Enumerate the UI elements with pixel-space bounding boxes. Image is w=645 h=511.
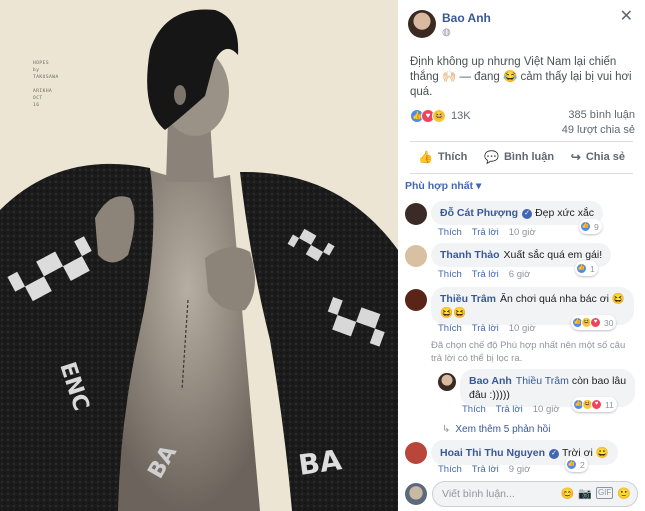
comment-text: Đẹp xức xắc [535,207,595,219]
share-icon: ↪ [570,150,581,164]
reply-arrow-icon: ↳ [442,424,451,435]
haha-reaction-icon: 😆 [432,109,446,123]
post-caption: Định không up nhưng Việt Nam lại chiến t… [410,56,632,98]
author-name[interactable]: Bao Anh [442,11,491,25]
comment-text: Xuất sắc quá em gái! [503,249,603,261]
reply-reaction-count[interactable]: 👍 😆 ♥ 11 [572,397,617,412]
comment-reply-link[interactable]: Trả lời [472,227,499,238]
comment-reply-link[interactable]: Trả lời [472,323,499,334]
comment-actions: Thích Trả lời 9 giờ [438,464,540,475]
commenter-name[interactable]: Thanh Thảo [440,249,500,261]
thumbs-up-icon: 👍 [418,150,433,164]
reply-like-link[interactable]: Thích [462,404,486,415]
reply-mention[interactable]: Thiều Trâm [516,375,569,387]
post-panel: Bao Anh ◍ ✕ Định không up nhưng Việt Nam… [398,0,645,511]
comment-bubble: Hoai Thi Thu Nguyen ✓ Trời ơi 😀 [431,440,618,465]
commenter-name[interactable]: Hoai Thi Thu Nguyen [440,447,545,459]
verified-badge-icon: ✓ [522,209,533,219]
reaction-summary[interactable]: 👍 ♥ 😆 13K [410,109,471,123]
share-button[interactable]: ↪ Chia sẻ [563,146,633,168]
filter-note: Đã chọn chế độ Phù hợp nhất nên một số c… [431,340,626,364]
comment-reply-link[interactable]: Trả lời [472,464,499,475]
author-avatar[interactable] [408,10,436,38]
commenter-avatar[interactable] [405,203,427,225]
comment-like-link[interactable]: Thích [438,464,462,475]
verified-badge-icon: ✓ [549,449,559,459]
commenter-avatar[interactable] [405,245,427,267]
post-photo[interactable]: ▚▞▚▞ ENC ▞▚▞ ▚▞▚ BA BA HOPES by TAKUSAWA… [0,0,398,511]
commenter-avatar[interactable] [405,442,427,464]
close-icon[interactable]: ✕ [620,9,633,25]
globe-icon[interactable]: ◍ [442,27,451,38]
share-count[interactable]: 49 lượt chia sẻ [562,124,635,136]
emoji-icon[interactable]: 😊 [561,487,575,500]
reply-text: còn bao lâu [571,375,627,387]
post-stats: 👍 ♥ 😆 13K 385 bình luận 49 lượt chia sẻ [410,106,635,138]
comment-composer: Viết bình luận... 😊 📷 GIF 🙂 [405,481,638,507]
action-bar: 👍 Thích 💬 Bình luận ↪ Chia sẻ [410,146,633,168]
comment-label: Bình luận [503,151,555,163]
like-reaction-icon: 👍 [576,263,587,274]
comment-time[interactable]: 6 giờ [509,269,531,280]
comment-time[interactable]: 9 giờ [509,464,531,475]
comment-time[interactable]: 10 giờ [509,323,536,334]
comment-actions: Thích Trả lời 6 giờ [438,269,540,280]
viewer-avatar [405,483,427,505]
comment-reaction-count[interactable]: 👍 1 [575,261,598,276]
like-reaction-icon: 👍 [566,459,577,470]
love-reaction-icon: ♥ [591,399,602,410]
comment-filter-dropdown[interactable]: Phù hợp nhất ▾ [405,180,481,192]
commenter-name[interactable]: Thiều Trâm [440,293,496,305]
comment-input[interactable]: Viết bình luận... 😊 📷 GIF 🙂 [432,481,638,507]
like-reaction-icon: 👍 [580,221,591,232]
commenter-avatar[interactable] [405,289,427,311]
comment-like-link[interactable]: Thích [438,227,462,238]
like-label: Thích [437,151,468,163]
reply-time[interactable]: 10 giờ [533,404,560,415]
divider [410,173,633,174]
share-label: Chia sẻ [585,151,625,163]
photo-viewer[interactable]: ▚▞▚▞ ENC ▞▚▞ ▚▞▚ BA BA HOPES by TAKUSAWA… [0,0,398,511]
love-reaction-icon: ♥ [590,317,601,328]
gif-icon[interactable]: GIF [595,487,614,499]
comment-bubble: Đỗ Cát Phượng ✓ Đẹp xức xắc [431,201,604,225]
comment-like-link[interactable]: Thích [438,269,462,280]
reply-actions: Thích Trả lời 10 giờ [462,404,570,415]
comment-reaction-count[interactable]: 👍 😆 ♥ 30 [571,315,617,330]
view-more-replies[interactable]: ↳ Xem thêm 5 phản hồi [442,424,550,435]
divider [410,141,633,142]
camera-icon[interactable]: 📷 [578,487,592,500]
svg-text:BA: BA [296,443,344,482]
replier-avatar[interactable] [438,373,456,391]
comment-button[interactable]: 💬 Bình luận [476,146,562,168]
post-header: Bao Anh ◍ ✕ [398,0,645,40]
reaction-count: 13K [451,110,471,122]
comment-reaction-count[interactable]: 👍 2 [565,457,588,472]
comment-icon: 💬 [484,150,499,164]
reply-reply-link[interactable]: Trả lời [496,404,523,415]
comment-like-link[interactable]: Thích [438,323,462,334]
like-button[interactable]: 👍 Thích [410,146,475,168]
sticker-icon[interactable]: 🙂 [617,487,631,500]
comment-input-placeholder: Viết bình luận... [442,488,515,500]
comment-reply-link[interactable]: Trả lời [472,269,499,280]
comment-time[interactable]: 10 giờ [509,227,536,238]
commenter-name[interactable]: Đỗ Cát Phượng [440,207,518,219]
photo-credit: HOPES by TAKUSAWA ARIKHA OCT 16 [33,61,59,108]
comment-count[interactable]: 385 bình luận [568,109,635,121]
composer-tools: 😊 📷 GIF 🙂 [561,487,631,500]
comment-actions: Thích Trả lời 10 giờ [438,227,546,238]
comment-reaction-count[interactable]: 👍 9 [579,219,602,234]
comment-text: Ăn chơi quá nha bác ơi 😆 [500,293,625,305]
comment-actions: Thích Trả lời 10 giờ [438,323,546,334]
photo-illustration: ▚▞▚▞ ENC ▞▚▞ ▚▞▚ BA BA [0,9,398,511]
replier-name[interactable]: Bao Anh [469,375,512,387]
